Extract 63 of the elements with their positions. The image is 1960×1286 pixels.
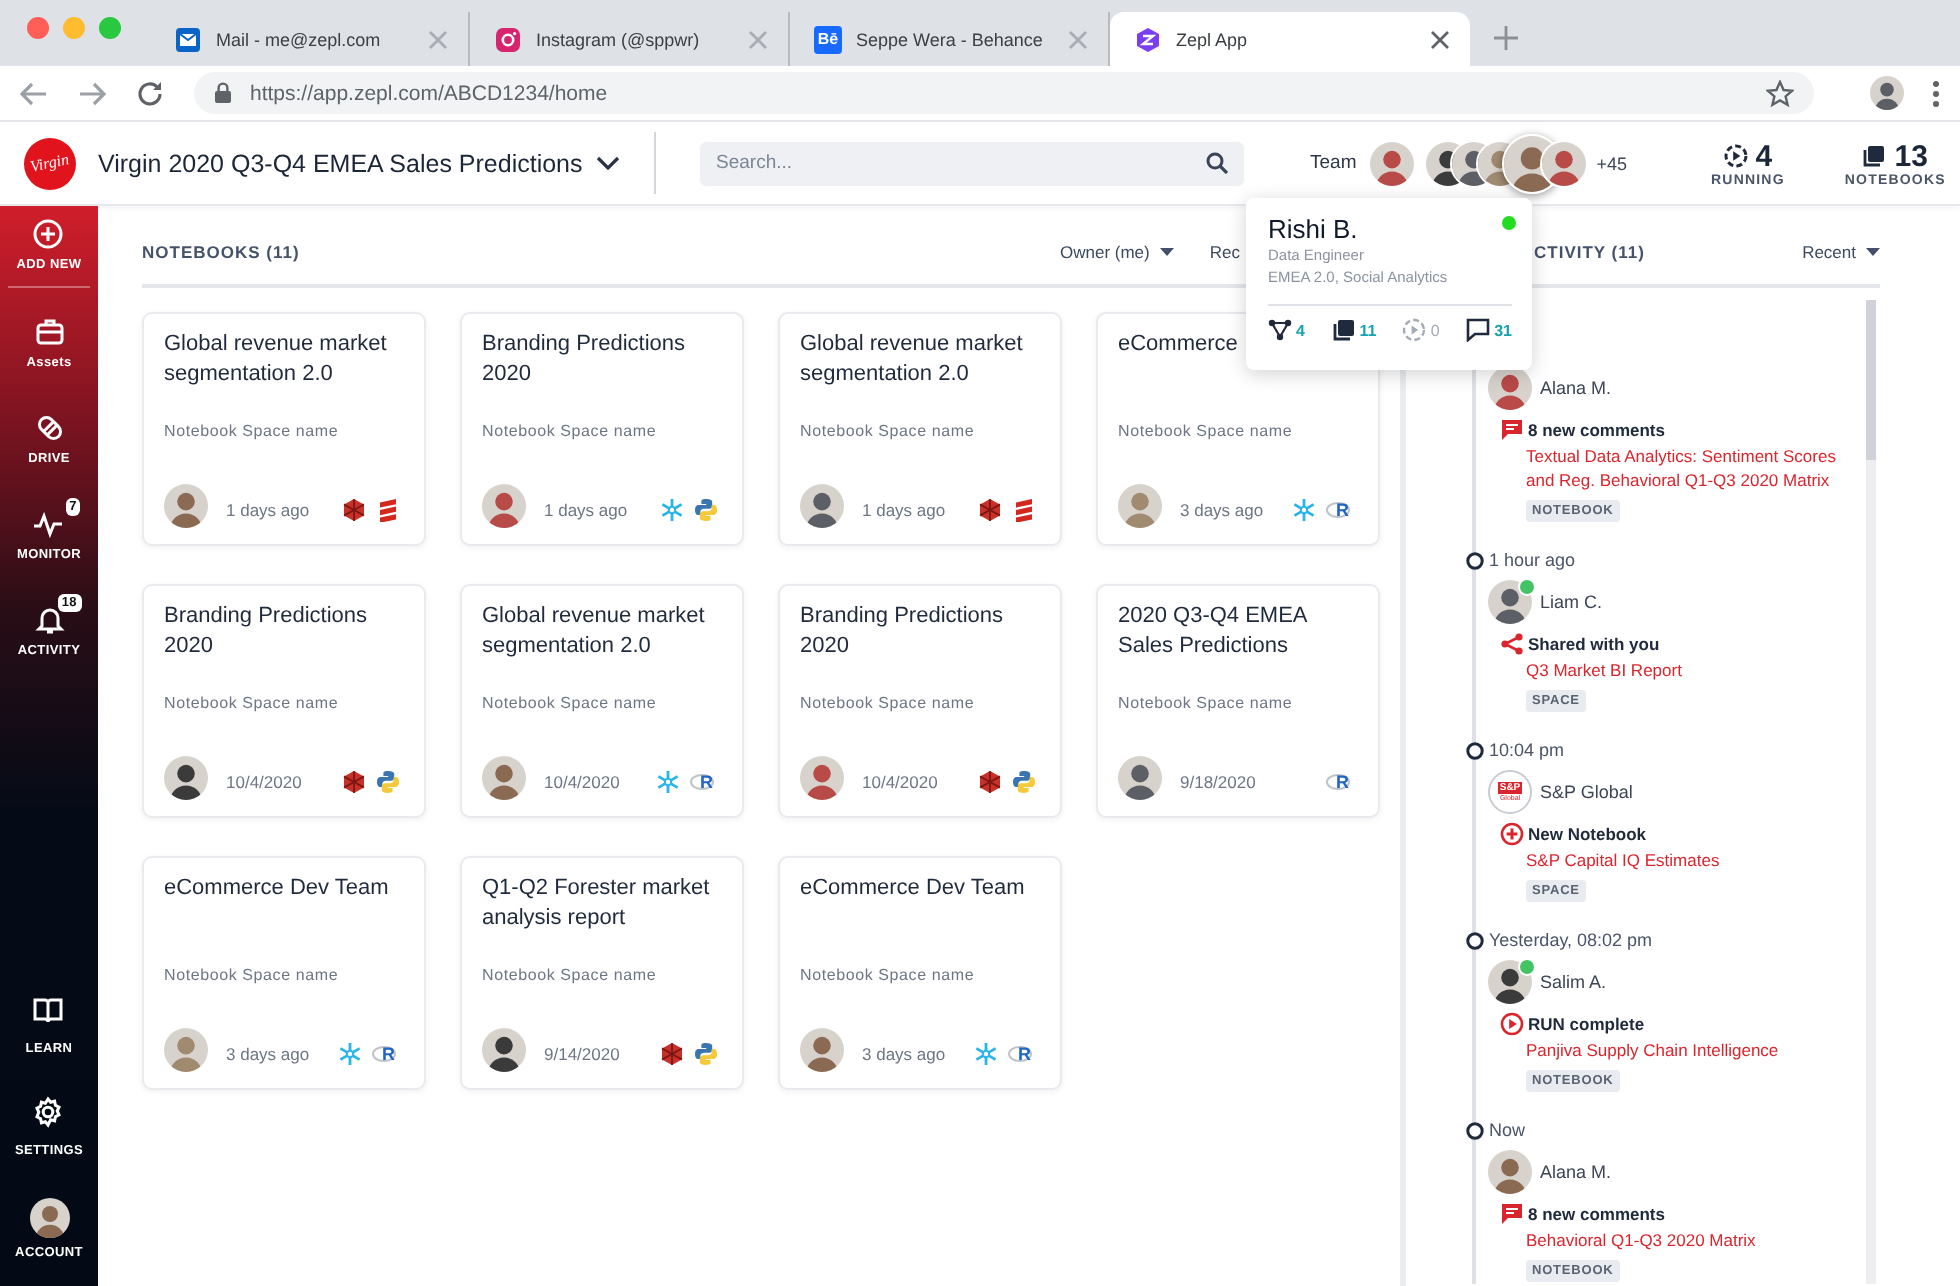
card-date: 10/4/2020 bbox=[226, 771, 304, 791]
card-title: Global revenue market segmentation 2.0 bbox=[800, 330, 1025, 388]
activity-time: 1 hour ago bbox=[1489, 550, 1576, 570]
user-name: Alana M. bbox=[1540, 1162, 1612, 1182]
space-name: Notebook Space name bbox=[164, 694, 341, 712]
card-date: 1 days ago bbox=[544, 499, 630, 519]
card-title: Branding Predictions 2020 bbox=[164, 602, 370, 660]
activity-time: Yesterday, 08:02 pm bbox=[1489, 930, 1653, 950]
card-date: 3 days ago bbox=[1180, 499, 1266, 519]
stat-value: 0 bbox=[1430, 321, 1440, 339]
activity-action: 8 new comments bbox=[1528, 420, 1665, 440]
card-date: 9/14/2020 bbox=[544, 1043, 622, 1063]
stat-value: 4 bbox=[1755, 139, 1773, 173]
activity-action: Shared with you bbox=[1528, 634, 1660, 654]
activity-action: 8 new comments bbox=[1528, 1204, 1665, 1224]
card-title: Branding Predictions 2020 bbox=[800, 602, 1006, 660]
stat-value: 13 bbox=[1894, 139, 1928, 173]
r-logo-icon: R bbox=[690, 771, 718, 793]
card-title: eCommerce Dev Team bbox=[800, 874, 1025, 904]
card-title: Global revenue market segmentation 2.0 bbox=[164, 330, 389, 388]
r-logo-icon: R bbox=[372, 1043, 400, 1065]
r-logo-icon: R bbox=[1326, 499, 1354, 521]
activity-time: Now bbox=[1489, 1120, 1526, 1140]
space-name: Notebook Space name bbox=[1118, 694, 1295, 712]
card-date: 3 days ago bbox=[862, 1043, 948, 1063]
user-name: Salim A. bbox=[1540, 972, 1607, 992]
activity-time: 10:04 pm bbox=[1489, 740, 1565, 760]
card-title: 2020 Q3-Q4 EMEA Sales Predictions bbox=[1118, 602, 1309, 660]
card-date: 3 days ago bbox=[226, 1043, 312, 1063]
card-title: Branding Predictions 2020 bbox=[482, 330, 688, 388]
card-title: Global revenue market segmentation 2.0 bbox=[482, 602, 707, 660]
r-logo-icon: R bbox=[1008, 1043, 1036, 1065]
user-name: Liam C. bbox=[1540, 592, 1603, 612]
behance-icon: Bē bbox=[814, 25, 842, 53]
section-title: CTIVITY (11) bbox=[1534, 241, 1645, 261]
card-date: 9/18/2020 bbox=[1180, 771, 1258, 791]
space-name: Notebook Space name bbox=[482, 422, 659, 440]
space-name: Notebook Space name bbox=[482, 966, 659, 984]
card-title: eCommerce bbox=[1118, 330, 1238, 360]
card-date: 10/4/2020 bbox=[544, 771, 622, 791]
space-name: Notebook Space name bbox=[1118, 422, 1295, 440]
space-name: Notebook Space name bbox=[800, 422, 977, 440]
space-name: Notebook Space name bbox=[164, 966, 341, 984]
space-name: Notebook Space name bbox=[164, 422, 341, 440]
card-date: 1 days ago bbox=[226, 499, 312, 519]
card-title: Q1-Q2 Forester market analysis report bbox=[482, 874, 712, 932]
stat-value: 4 bbox=[1296, 321, 1305, 339]
team-label: Team bbox=[1310, 152, 1357, 174]
space-name: Notebook Space name bbox=[482, 694, 659, 712]
space-name: Notebook Space name bbox=[800, 966, 977, 984]
activity-action: RUN complete bbox=[1528, 1014, 1645, 1034]
card-date: 1 days ago bbox=[862, 499, 948, 519]
activity-action: New Notebook bbox=[1528, 824, 1647, 844]
stat-value: 31 bbox=[1494, 321, 1512, 339]
stat-value: 11 bbox=[1359, 321, 1377, 339]
space-name: Notebook Space name bbox=[800, 694, 977, 712]
section-title: NOTEBOOKS (11) bbox=[142, 241, 300, 261]
user-name: S&P Global bbox=[1540, 782, 1633, 802]
user-name: Alana M. bbox=[1540, 378, 1612, 398]
r-logo-icon: R bbox=[1326, 771, 1354, 793]
card-date: 10/4/2020 bbox=[862, 771, 940, 791]
user-name: Rishi B. bbox=[1268, 214, 1358, 244]
card-title: eCommerce Dev Team bbox=[164, 874, 389, 904]
